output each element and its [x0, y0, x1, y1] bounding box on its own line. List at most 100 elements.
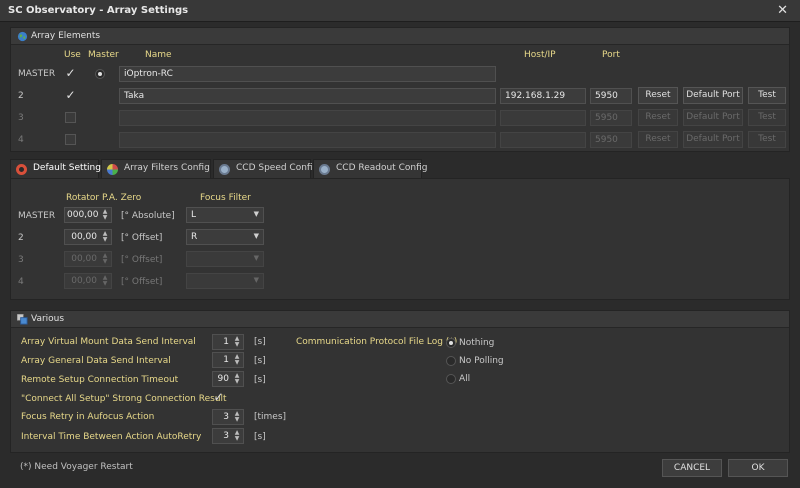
globe-icon — [17, 31, 28, 42]
comm-log-option-label: All — [459, 374, 471, 384]
autoretry-interval-spinner[interactable]: 3 ▲ ▼ — [212, 428, 244, 444]
element-name-field[interactable]: Taka — [119, 88, 496, 104]
rotator-unit: [° Absolute] — [121, 211, 175, 221]
use-checkbox[interactable] — [65, 134, 76, 145]
host-ip-field[interactable]: 192.168.1.29 — [500, 88, 586, 104]
element-name-field[interactable] — [119, 132, 496, 148]
cancel-button[interactable]: CANCEL — [662, 459, 722, 477]
array-elements-title: Array Elements — [31, 31, 101, 41]
spin-down-icon[interactable]: ▼ — [233, 379, 241, 385]
strong-connection-checkbox[interactable]: ✓ — [213, 391, 224, 403]
general-data-interval-spinner[interactable]: 1 ▲ ▼ — [212, 352, 244, 368]
rotator-unit: [° Offset] — [121, 255, 163, 265]
tab-ccd-readout-config[interactable]: CCD Readout Config — [313, 159, 427, 178]
use-checkbox[interactable]: ✓ — [65, 67, 76, 79]
window-title: SC Observatory - Array Settings — [8, 5, 189, 16]
tab-label: Default Setting — [33, 163, 101, 173]
reset-button[interactable]: Reset — [638, 131, 678, 148]
focus-filter-select[interactable]: R ▼ — [186, 229, 264, 245]
spinner-value: 1 — [223, 337, 229, 347]
setting-unit: [s] — [254, 337, 266, 347]
host-ip-field[interactable] — [500, 132, 586, 148]
use-checkbox[interactable] — [65, 112, 76, 123]
setting-unit: [s] — [254, 375, 266, 385]
select-value: L — [191, 210, 197, 220]
focus-filter-select[interactable]: L ▼ — [186, 207, 264, 223]
ccd-speed-icon — [219, 164, 230, 175]
setting-label: Remote Setup Connection Timeout — [21, 375, 179, 385]
ok-button[interactable]: OK — [728, 459, 788, 477]
reset-button[interactable]: Reset — [638, 109, 678, 126]
focus-filter-select[interactable]: ▼ — [186, 251, 264, 267]
setting-label: "Connect All Setup" Strong Connection Re… — [21, 394, 227, 404]
tab-label: CCD Speed Config — [236, 163, 319, 173]
master-radio[interactable] — [95, 69, 105, 79]
tab-default-setting[interactable]: Default Setting — [10, 159, 101, 179]
tab-ccd-speed-config[interactable]: CCD Speed Config — [213, 159, 318, 178]
element-name-field[interactable]: iOptron-RC — [119, 66, 496, 82]
comm-log-option-label: No Polling — [459, 356, 504, 366]
port-field[interactable]: 5950 — [590, 110, 632, 126]
spinner-value: 00,00 — [71, 276, 97, 286]
rotator-row-label: 2 — [18, 233, 24, 243]
setting-label: Interval Time Between Action AutoRetry — [21, 432, 202, 442]
array-row-label: 4 — [18, 135, 24, 145]
header-master: Master — [88, 50, 119, 60]
connection-timeout-spinner[interactable]: 90 ▲ ▼ — [212, 371, 244, 387]
rotator-pa-spinner[interactable]: 00,00 ▲ ▼ — [64, 273, 112, 289]
spinner-value: 90 — [217, 374, 229, 384]
reset-button[interactable]: Reset — [638, 87, 678, 104]
rotator-pa-spinner[interactable]: 000,00 ▲ ▼ — [64, 207, 112, 223]
spinner-value: 3 — [223, 412, 229, 422]
rotator-pa-spinner[interactable]: 00,00 ▲ ▼ — [64, 229, 112, 245]
use-checkbox[interactable]: ✓ — [65, 89, 76, 101]
tab-array-filters-config[interactable]: Array Filters Config — [101, 159, 211, 178]
header-host: Host/IP — [524, 50, 556, 60]
virtual-mount-interval-spinner[interactable]: 1 ▲ ▼ — [212, 334, 244, 350]
ccd-readout-icon — [319, 164, 330, 175]
port-field[interactable]: 5950 — [590, 88, 632, 104]
close-icon[interactable]: ✕ — [777, 3, 788, 18]
comm-log-radio-nothing[interactable] — [446, 338, 456, 348]
host-ip-field[interactable] — [500, 110, 586, 126]
setting-label: Focus Retry in Aufocus Action — [21, 412, 155, 422]
setting-label: Array Virtual Mount Data Send Interval — [21, 337, 196, 347]
header-port: Port — [602, 50, 620, 60]
array-row-label: 3 — [18, 113, 24, 123]
rotator-pa-spinner[interactable]: 00,00 ▲ ▼ — [64, 251, 112, 267]
chevron-down-icon: ▼ — [253, 254, 259, 262]
rotator-row-label: MASTER — [18, 211, 56, 221]
array-elements-header: Array Elements — [11, 28, 789, 45]
array-row-label: MASTER — [18, 69, 56, 79]
element-name-field[interactable] — [119, 110, 496, 126]
spin-down-icon[interactable]: ▼ — [233, 436, 241, 442]
spin-down-icon[interactable]: ▼ — [101, 237, 109, 243]
spin-down-icon[interactable]: ▼ — [101, 215, 109, 221]
comm-log-label: Communication Protocol File Log (*) — [296, 337, 458, 347]
port-field[interactable]: 5950 — [590, 132, 632, 148]
spin-down-icon[interactable]: ▼ — [101, 259, 109, 265]
comm-log-radio-no-polling[interactable] — [446, 356, 456, 366]
comm-log-radio-all[interactable] — [446, 374, 456, 384]
test-button[interactable]: Test — [748, 109, 786, 126]
default-port-button[interactable]: Default Port — [683, 87, 743, 104]
default-port-button[interactable]: Default Port — [683, 131, 743, 148]
tab-label: CCD Readout Config — [336, 163, 428, 173]
focus-filter-select[interactable]: ▼ — [186, 273, 264, 289]
spin-down-icon[interactable]: ▼ — [233, 342, 241, 348]
header-name: Name — [145, 50, 172, 60]
test-button[interactable]: Test — [748, 131, 786, 148]
test-button[interactable]: Test — [748, 87, 786, 104]
array-row-label: 2 — [18, 91, 24, 101]
rotator-row-label: 3 — [18, 255, 24, 265]
various-header: Various — [11, 311, 789, 328]
tab-label: Array Filters Config — [124, 163, 210, 173]
spin-down-icon[interactable]: ▼ — [233, 417, 241, 423]
spin-down-icon[interactable]: ▼ — [101, 281, 109, 287]
header-use: Use — [64, 50, 81, 60]
rotator-unit: [° Offset] — [121, 277, 163, 287]
header-rotator-pa-zero: Rotator P.A. Zero — [66, 193, 142, 203]
focus-retry-spinner[interactable]: 3 ▲ ▼ — [212, 409, 244, 425]
spin-down-icon[interactable]: ▼ — [233, 360, 241, 366]
default-port-button[interactable]: Default Port — [683, 109, 743, 126]
